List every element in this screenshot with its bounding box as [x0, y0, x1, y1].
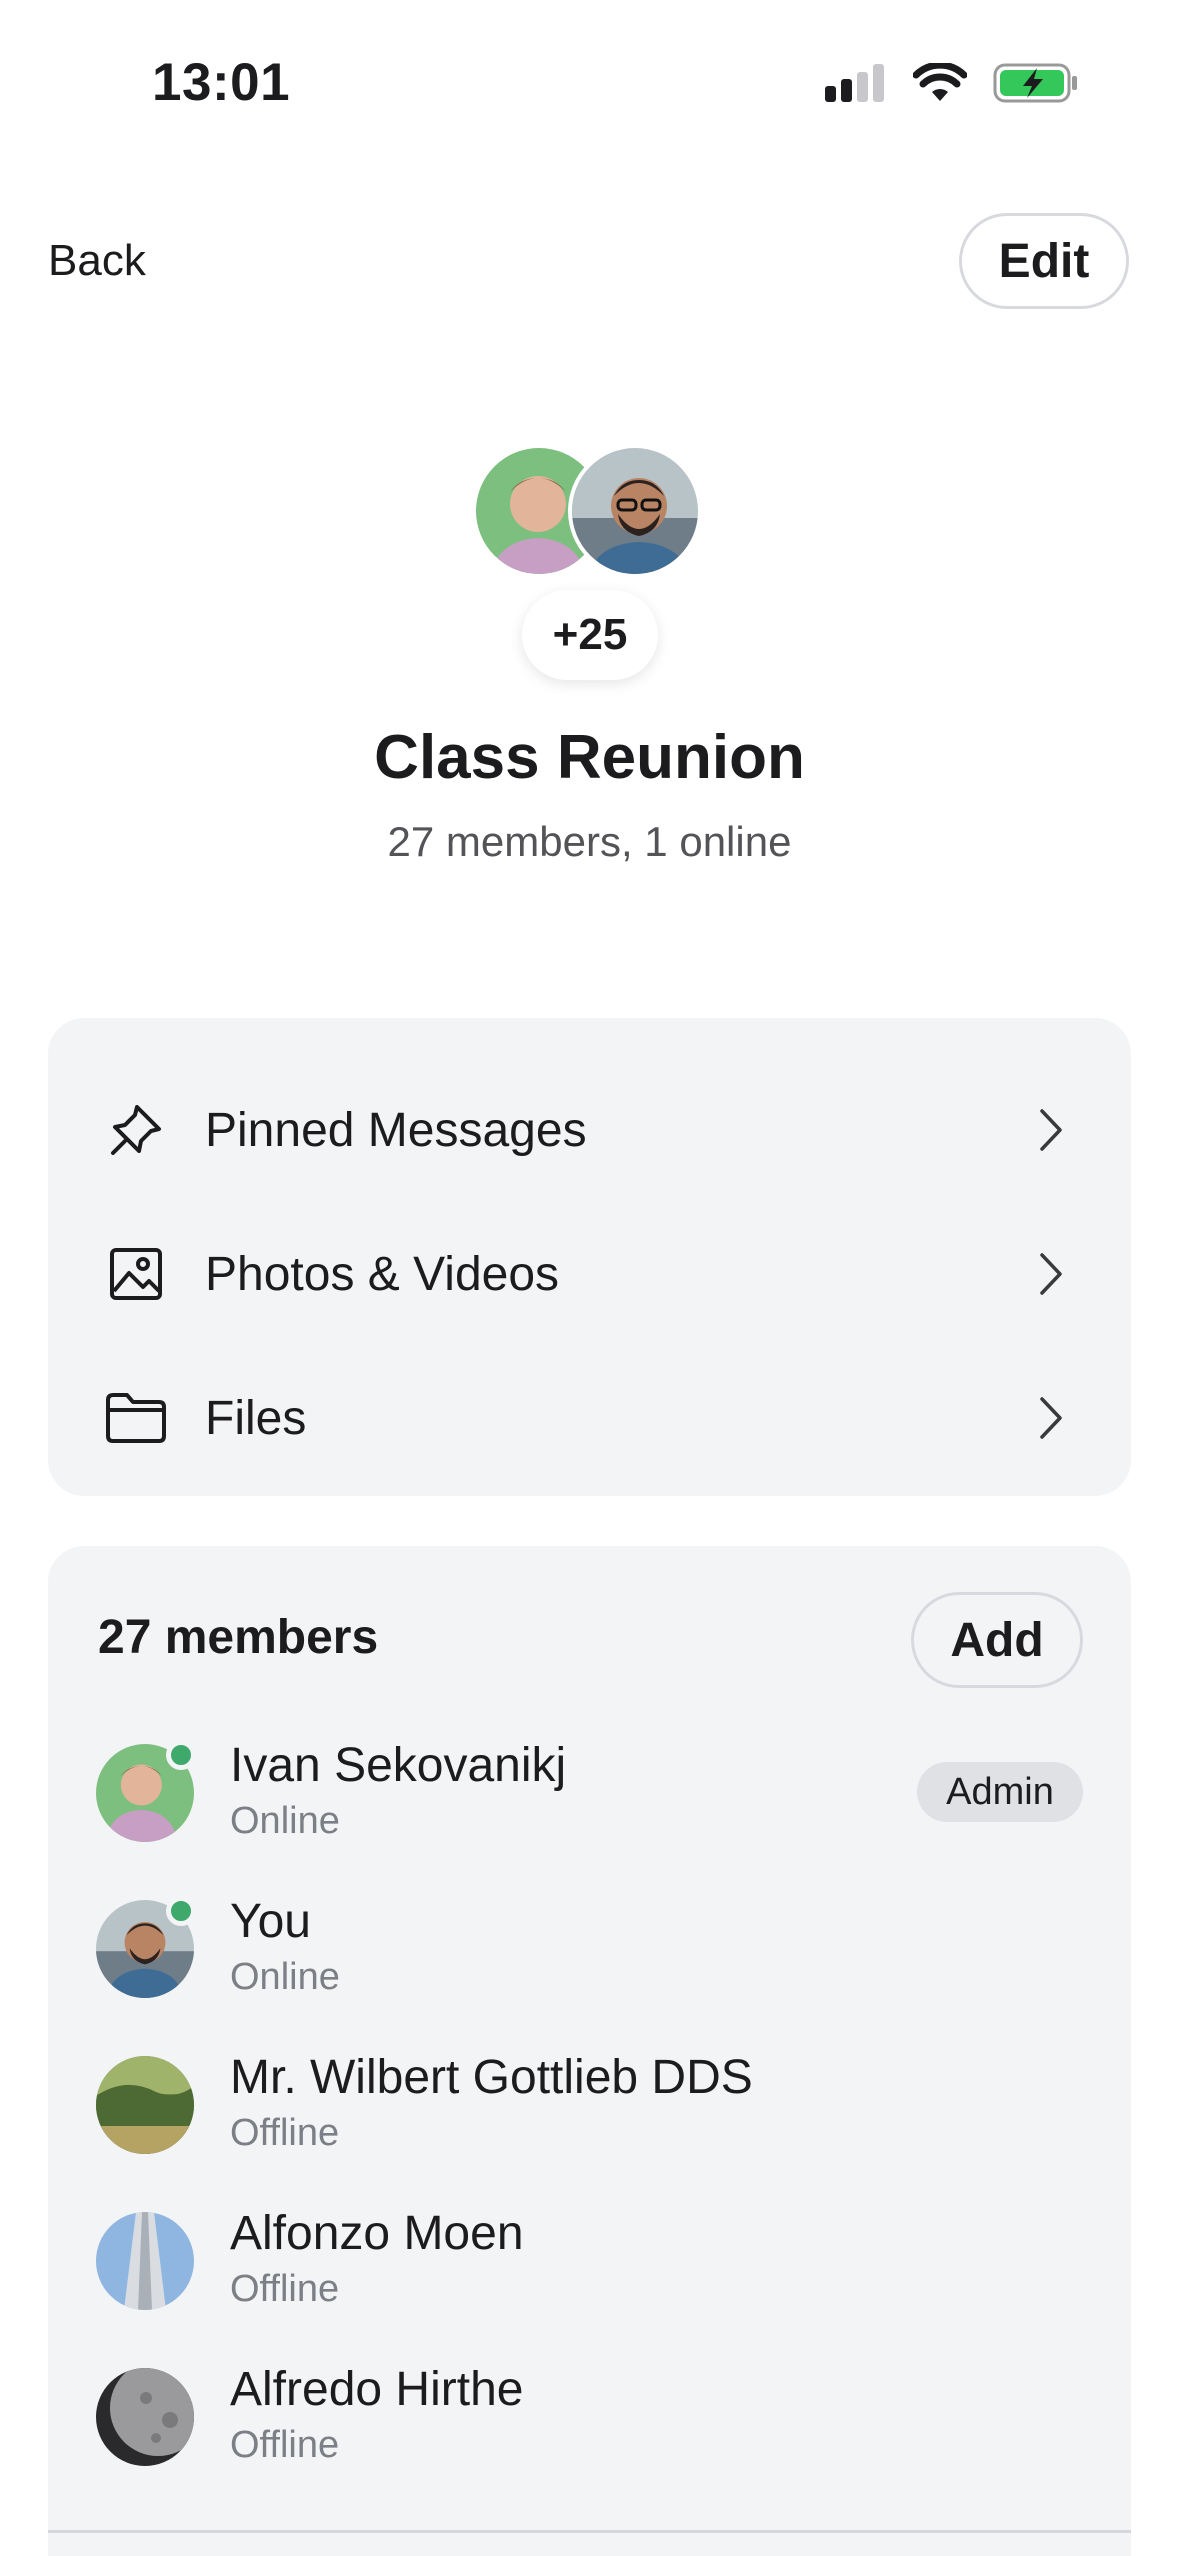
avatar — [96, 2056, 194, 2154]
shared-content-card: Pinned Messages Photos & Videos Files — [48, 1018, 1131, 1496]
files-row[interactable]: Files — [48, 1358, 1131, 1478]
member-row[interactable]: Mr. Wilbert Gottlieb DDS Offline — [48, 2051, 1131, 2212]
online-indicator — [166, 1896, 196, 1926]
chevron-right-icon — [1031, 1102, 1071, 1158]
member-name: You — [230, 1895, 311, 1948]
group-info-screen: 13:01 Back Edit +25 Class Reunion 27 mem… — [0, 0, 1179, 2556]
member-status: Online — [230, 1956, 340, 1998]
member-name: Ivan Sekovanikj — [230, 1739, 567, 1792]
admin-badge: Admin — [917, 1762, 1083, 1822]
divider — [48, 2530, 1131, 2533]
member-row[interactable]: Ivan Sekovanikj Online Admin — [48, 1739, 1131, 1900]
member-row[interactable]: You Online — [48, 1895, 1131, 2056]
battery-charging-icon — [993, 62, 1079, 109]
members-count-title: 27 members — [98, 1611, 379, 1664]
status-bar: 13:01 — [0, 0, 1179, 170]
add-member-button[interactable]: Add — [911, 1592, 1083, 1688]
group-title: Class Reunion — [374, 723, 805, 792]
more-members-badge: +25 — [522, 590, 658, 680]
member-row[interactable]: Alfredo Hirthe Offline — [48, 2363, 1131, 2524]
group-subtitle: 27 members, 1 online — [387, 818, 792, 865]
member-name: Mr. Wilbert Gottlieb DDS — [230, 2051, 753, 2104]
online-indicator — [166, 1740, 196, 1770]
pinned-messages-row[interactable]: Pinned Messages — [48, 1070, 1131, 1190]
status-icons — [825, 61, 1079, 109]
member-status: Offline — [230, 2424, 340, 2466]
avatar — [96, 2212, 194, 2310]
group-avatars — [472, 444, 712, 584]
status-time: 13:01 — [152, 53, 291, 112]
edit-button[interactable]: Edit — [959, 213, 1129, 309]
member-status: Online — [230, 1800, 340, 1842]
pin-icon — [104, 1098, 168, 1162]
member-name: Alfredo Hirthe — [230, 2363, 524, 2416]
link-label: Pinned Messages — [205, 1103, 587, 1157]
member-avatar — [568, 444, 702, 578]
link-label: Files — [205, 1391, 307, 1445]
avatar — [96, 2368, 194, 2466]
member-row[interactable]: Alfonzo Moen Offline — [48, 2207, 1131, 2368]
back-button[interactable]: Back — [48, 236, 146, 286]
members-card: 27 members Add Ivan Sekovanikj Online Ad… — [48, 1546, 1131, 2556]
chevron-right-icon — [1031, 1246, 1071, 1302]
chevron-right-icon — [1031, 1390, 1071, 1446]
photos-videos-row[interactable]: Photos & Videos — [48, 1214, 1131, 1334]
link-label: Photos & Videos — [205, 1247, 560, 1301]
cellular-signal-icon — [825, 64, 887, 107]
wifi-icon — [912, 61, 968, 108]
image-icon — [104, 1242, 168, 1306]
member-status: Offline — [230, 2112, 340, 2154]
member-name: Alfonzo Moen — [230, 2207, 524, 2260]
folder-icon — [104, 1386, 168, 1450]
member-status: Offline — [230, 2268, 340, 2310]
